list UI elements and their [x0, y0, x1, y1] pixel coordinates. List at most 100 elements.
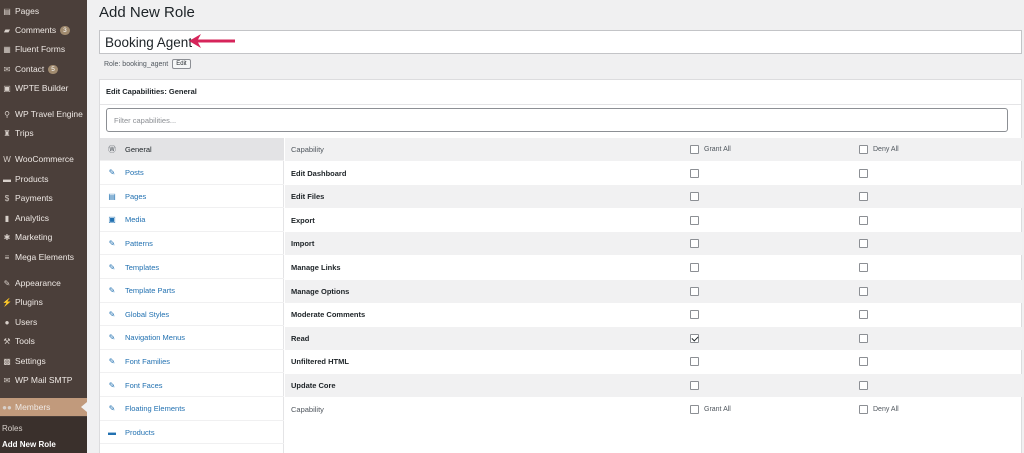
- tools-icon: ⚒: [3, 336, 11, 346]
- grant-all-label: Grant All: [704, 405, 731, 413]
- divider: [100, 104, 1021, 105]
- sidebar-item-fluent-forms[interactable]: ▦ Fluent Forms: [0, 40, 87, 58]
- forms-icon: ▦: [3, 44, 11, 54]
- tab-font-faces[interactable]: ✎ Font Faces: [100, 374, 284, 397]
- sidebar-item-products[interactable]: ▬ Products: [0, 170, 87, 188]
- tab-templates[interactable]: ✎ Templates: [100, 256, 284, 279]
- sidebar-item-label: Payments: [15, 193, 53, 203]
- role-name-input[interactable]: [99, 30, 1022, 54]
- tab-label: General: [125, 144, 152, 154]
- capability-row: Edit Files: [285, 185, 1022, 209]
- tab-global-styles[interactable]: ✎ Global Styles: [100, 303, 284, 327]
- sidebar-item-payments[interactable]: $ Payments: [0, 189, 87, 207]
- tab-label: Template Parts: [125, 286, 176, 296]
- edit-slug-button[interactable]: Edit: [172, 59, 191, 69]
- sidebar-item-contact[interactable]: ✉ Contact 5: [0, 60, 87, 78]
- capability-row: Export: [285, 209, 1022, 232]
- grant-checkbox[interactable]: [690, 215, 699, 225]
- grant-checkbox[interactable]: [690, 168, 699, 178]
- sidebar-item-appearance[interactable]: ✎ Appearance: [0, 274, 87, 292]
- grant-checkbox[interactable]: [690, 310, 699, 320]
- submenu-add-new-role[interactable]: Add New Role: [2, 440, 56, 449]
- deny-checkbox[interactable]: [859, 168, 868, 178]
- sidebar-item-label: Members: [15, 402, 51, 412]
- grant-all-checkbox[interactable]: [690, 404, 699, 414]
- sidebar-item-tools[interactable]: ⚒ Tools: [0, 332, 87, 350]
- sidebar-item-wpte-builder[interactable]: ▣ WPTE Builder: [0, 79, 87, 97]
- tab-products[interactable]: ▬ Products: [100, 421, 284, 445]
- tab-general[interactable]: Ⓦ General: [100, 138, 284, 161]
- capability-row: Manage Links: [285, 256, 1022, 279]
- tab-patterns[interactable]: ✎ Patterns: [100, 232, 284, 256]
- deny-checkbox[interactable]: [859, 286, 868, 296]
- annotation-arrow-icon: [189, 34, 235, 48]
- role-slug-line: Role: booking_agent Edit: [104, 59, 191, 69]
- capability-row: Manage Options: [285, 279, 1022, 303]
- role-slug: booking_agent: [122, 60, 169, 68]
- products-icon: ▬: [3, 174, 11, 184]
- grant-checkbox[interactable]: [690, 192, 699, 202]
- deny-checkbox[interactable]: [859, 192, 868, 202]
- sidebar-item-label: Pages: [15, 6, 40, 16]
- sidebar-item-label: Fluent Forms: [15, 44, 66, 54]
- sidebar-item-label: Contact: [15, 64, 45, 74]
- sidebar-item-wp-travel-engine[interactable]: ⚲ WP Travel Engine: [0, 105, 87, 123]
- sidebar-item-woocommerce[interactable]: W WooCommerce: [0, 150, 87, 168]
- capability-row: Unfiltered HTML: [285, 350, 1022, 373]
- capability-name: Export: [291, 215, 315, 225]
- capabilities-panel: Edit Capabilities: General Ⓦ General ✎ Post…: [99, 79, 1022, 453]
- sidebar-item-plugins[interactable]: ⚡ Plugins: [0, 293, 87, 311]
- sidebar-item-settings[interactable]: ▩ Settings: [0, 352, 87, 370]
- sidebar-item-users[interactable]: ● Users: [0, 313, 87, 331]
- products-icon: ▬: [108, 427, 116, 437]
- sidebar-item-analytics[interactable]: ▮ Analytics: [0, 209, 87, 227]
- capability-name: Manage Options: [291, 286, 350, 296]
- deny-checkbox[interactable]: [859, 310, 868, 320]
- grant-checkbox[interactable]: [690, 333, 699, 343]
- capabilities-header-row: Capability Grant All Deny All: [285, 138, 1022, 161]
- sidebar-item-wp-mail-smtp[interactable]: ✉ WP Mail SMTP: [0, 371, 87, 389]
- deny-checkbox[interactable]: [859, 381, 868, 390]
- sidebar-item-label: WP Travel Engine: [15, 109, 83, 119]
- tab-template-parts[interactable]: ✎ Template Parts: [100, 280, 284, 303]
- members-icon: ●●: [2, 402, 12, 412]
- sidebar-item-label: Mega Elements: [15, 252, 75, 262]
- deny-all-checkbox[interactable]: [859, 404, 868, 414]
- grant-checkbox[interactable]: [690, 286, 699, 296]
- sidebar-item-trips[interactable]: ♜ Trips: [0, 124, 87, 142]
- grant-checkbox[interactable]: [690, 381, 699, 390]
- submenu-roles[interactable]: Roles: [2, 424, 22, 433]
- role-label: Role:: [104, 60, 121, 68]
- pin-icon: ✎: [108, 380, 116, 390]
- tab-posts[interactable]: ✎ Posts: [100, 162, 284, 185]
- deny-checkbox[interactable]: [859, 263, 868, 272]
- plugins-icon: ⚡: [2, 297, 12, 307]
- sidebar-item-mega-elements[interactable]: ≡ Mega Elements: [0, 248, 87, 266]
- deny-checkbox[interactable]: [859, 215, 868, 225]
- tab-pages[interactable]: ▤ Pages: [100, 185, 284, 209]
- capabilities-footer-row: Capability Grant All Deny All: [285, 398, 1022, 421]
- filter-capabilities-input[interactable]: [106, 108, 1008, 132]
- grant-all-checkbox[interactable]: [690, 145, 699, 154]
- deny-checkbox[interactable]: [859, 357, 868, 367]
- tab-label: Navigation Menus: [125, 333, 186, 343]
- deny-checkbox[interactable]: [859, 333, 868, 343]
- grant-checkbox[interactable]: [690, 263, 699, 272]
- tab-font-families[interactable]: ✎ Font Families: [100, 350, 284, 374]
- tab-label: Products: [125, 427, 155, 437]
- capability-column-header: Capability: [291, 145, 324, 154]
- tab-navigation-menus[interactable]: ✎ Navigation Menus: [100, 327, 284, 350]
- tab-floating-elements[interactable]: ✎ Floating Elements: [100, 398, 284, 421]
- sidebar-item-marketing[interactable]: ✱ Marketing: [0, 228, 87, 246]
- deny-all-checkbox[interactable]: [859, 145, 868, 154]
- tab-media[interactable]: ▣ Media: [100, 209, 284, 232]
- pin-icon: ✎: [108, 286, 116, 296]
- sidebar-item-comments[interactable]: ▰ Comments 3: [0, 21, 87, 39]
- sidebar-item-pages[interactable]: ▤ Pages: [0, 2, 87, 20]
- wordpress-icon: Ⓦ: [108, 144, 116, 154]
- deny-checkbox[interactable]: [859, 239, 868, 249]
- grant-checkbox[interactable]: [690, 239, 699, 249]
- sidebar-item-members[interactable]: ●● Members: [0, 398, 87, 416]
- sidebar-item-label: Marketing: [15, 232, 53, 242]
- grant-checkbox[interactable]: [690, 357, 699, 367]
